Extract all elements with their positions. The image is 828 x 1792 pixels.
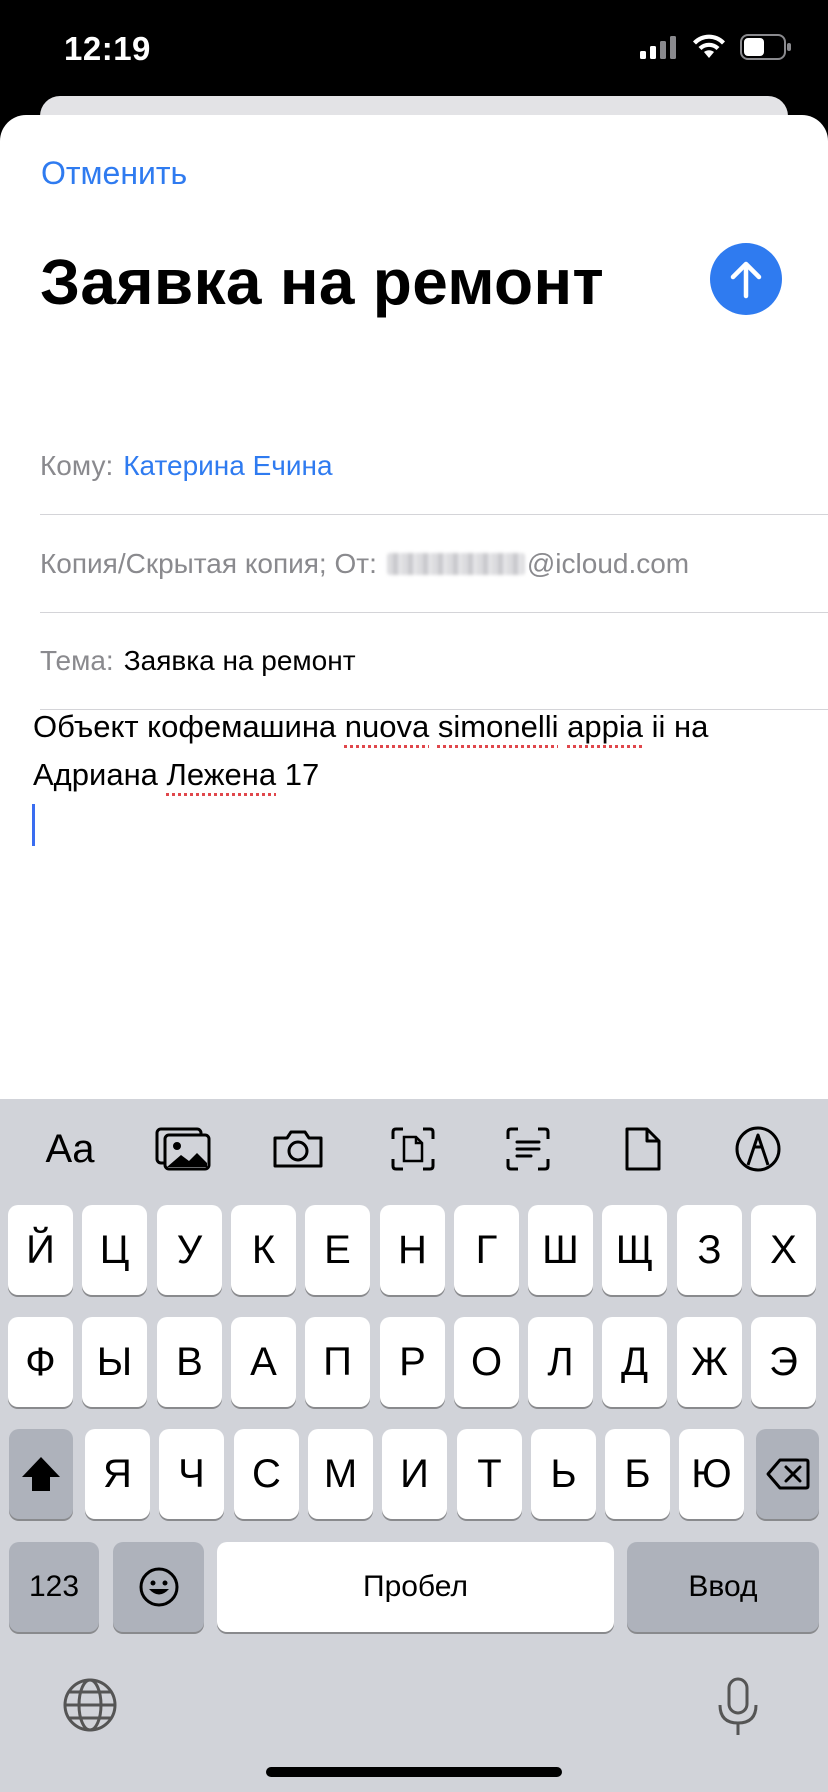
scan-document-icon[interactable] xyxy=(381,1119,445,1179)
arrow-up-icon xyxy=(730,261,762,299)
battery-icon xyxy=(740,33,792,65)
misspelled-word: simonelli xyxy=(437,709,559,744)
key-З[interactable]: З xyxy=(677,1205,742,1295)
status-bar: 12:19 xyxy=(0,0,828,100)
key-Ы[interactable]: Ы xyxy=(82,1317,147,1407)
key-И[interactable]: И xyxy=(382,1429,447,1519)
key-Ю[interactable]: Ю xyxy=(679,1429,744,1519)
space-key[interactable]: Пробел xyxy=(217,1542,614,1632)
key-В[interactable]: В xyxy=(157,1317,222,1407)
shift-key[interactable] xyxy=(9,1429,73,1519)
key-Х[interactable]: Х xyxy=(751,1205,816,1295)
home-indicator xyxy=(266,1767,562,1777)
send-button[interactable] xyxy=(710,243,782,315)
format-button[interactable]: Aa xyxy=(38,1119,102,1179)
misspelled-word: nuova xyxy=(344,709,430,744)
key-Ж[interactable]: Ж xyxy=(677,1317,742,1407)
misspelled-word: appia xyxy=(567,709,643,744)
from-email-suffix: @icloud.com xyxy=(526,547,690,579)
key-Ш[interactable]: Ш xyxy=(528,1205,593,1295)
key-О[interactable]: О xyxy=(454,1317,519,1407)
key-Ц[interactable]: Ц xyxy=(82,1205,147,1295)
subject-field[interactable]: Тема: Заявка на ремонт xyxy=(40,612,828,710)
text-cursor xyxy=(32,804,35,846)
key-Д[interactable]: Д xyxy=(602,1317,667,1407)
key-Э[interactable]: Э xyxy=(751,1317,816,1407)
cc-bcc-from-field[interactable]: Копия/Скрытая копия; От: @icloud.com xyxy=(40,515,828,613)
wifi-icon xyxy=(692,34,726,65)
subject-value[interactable]: Заявка на ремонт xyxy=(124,645,356,677)
key-Я[interactable]: Я xyxy=(85,1429,150,1519)
to-field[interactable]: Кому: Катерина Ечина xyxy=(40,417,828,515)
shift-icon xyxy=(22,1457,60,1491)
key-Р[interactable]: Р xyxy=(380,1317,445,1407)
misspelled-word: Лежена xyxy=(166,757,277,792)
return-key[interactable]: Ввод xyxy=(627,1542,819,1632)
key-Г[interactable]: Г xyxy=(454,1205,519,1295)
key-А[interactable]: А xyxy=(231,1317,296,1407)
key-Л[interactable]: Л xyxy=(528,1317,593,1407)
status-icons xyxy=(640,33,792,65)
key-Т[interactable]: Т xyxy=(457,1429,522,1519)
key-У[interactable]: У xyxy=(157,1205,222,1295)
body-line-1: Объект кофемашина nuova simonelli appia … xyxy=(33,709,709,744)
status-time: 12:19 xyxy=(64,30,151,67)
delete-key[interactable] xyxy=(756,1429,819,1519)
key-С[interactable]: С xyxy=(234,1429,299,1519)
key-Ф[interactable]: Ф xyxy=(8,1317,73,1407)
numbers-key[interactable]: 123 xyxy=(9,1542,99,1632)
key-Ь[interactable]: Ь xyxy=(531,1429,596,1519)
camera-icon[interactable] xyxy=(266,1119,330,1179)
key-Е[interactable]: Е xyxy=(305,1205,370,1295)
delete-icon xyxy=(766,1458,809,1490)
cc-from-label: Копия/Скрытая копия; От: xyxy=(40,547,377,579)
scan-text-icon[interactable] xyxy=(496,1119,560,1179)
key-Щ[interactable]: Щ xyxy=(602,1205,667,1295)
body-line-2: Адриана Лежена 17 xyxy=(33,757,320,792)
globe-icon[interactable] xyxy=(62,1677,118,1733)
markup-icon[interactable] xyxy=(726,1119,790,1179)
key-Й[interactable]: Й xyxy=(8,1205,73,1295)
redacted-email-prefix xyxy=(386,552,525,575)
photo-library-icon[interactable] xyxy=(151,1119,215,1179)
microphone-icon[interactable] xyxy=(716,1677,760,1737)
key-Н[interactable]: Н xyxy=(380,1205,445,1295)
keyboard: Aa ЙЦУКЕНГШЩЗХ ФЫВАПРОЛДЖЭ ЯЧСМИТЬБЮ 123 П… xyxy=(0,1099,828,1792)
key-Ч[interactable]: Ч xyxy=(159,1429,224,1519)
message-body[interactable]: Объект кофемашина nuova simonelli appia … xyxy=(33,703,813,799)
to-label: Кому: xyxy=(40,449,114,481)
recipient-token[interactable]: Катерина Ечина xyxy=(123,450,332,482)
key-М[interactable]: М xyxy=(308,1429,373,1519)
key-П[interactable]: П xyxy=(305,1317,370,1407)
format-toolbar: Aa xyxy=(0,1099,828,1199)
subject-label: Тема: xyxy=(40,644,114,676)
attach-file-icon[interactable] xyxy=(611,1119,675,1179)
cancel-button[interactable]: Отменить xyxy=(41,155,187,192)
emoji-key[interactable] xyxy=(113,1542,204,1632)
key-Б[interactable]: Б xyxy=(605,1429,670,1519)
compose-title: Заявка на ремонт xyxy=(40,246,605,318)
cellular-signal-icon xyxy=(640,35,678,64)
emoji-icon xyxy=(139,1567,178,1607)
key-К[interactable]: К xyxy=(231,1205,296,1295)
